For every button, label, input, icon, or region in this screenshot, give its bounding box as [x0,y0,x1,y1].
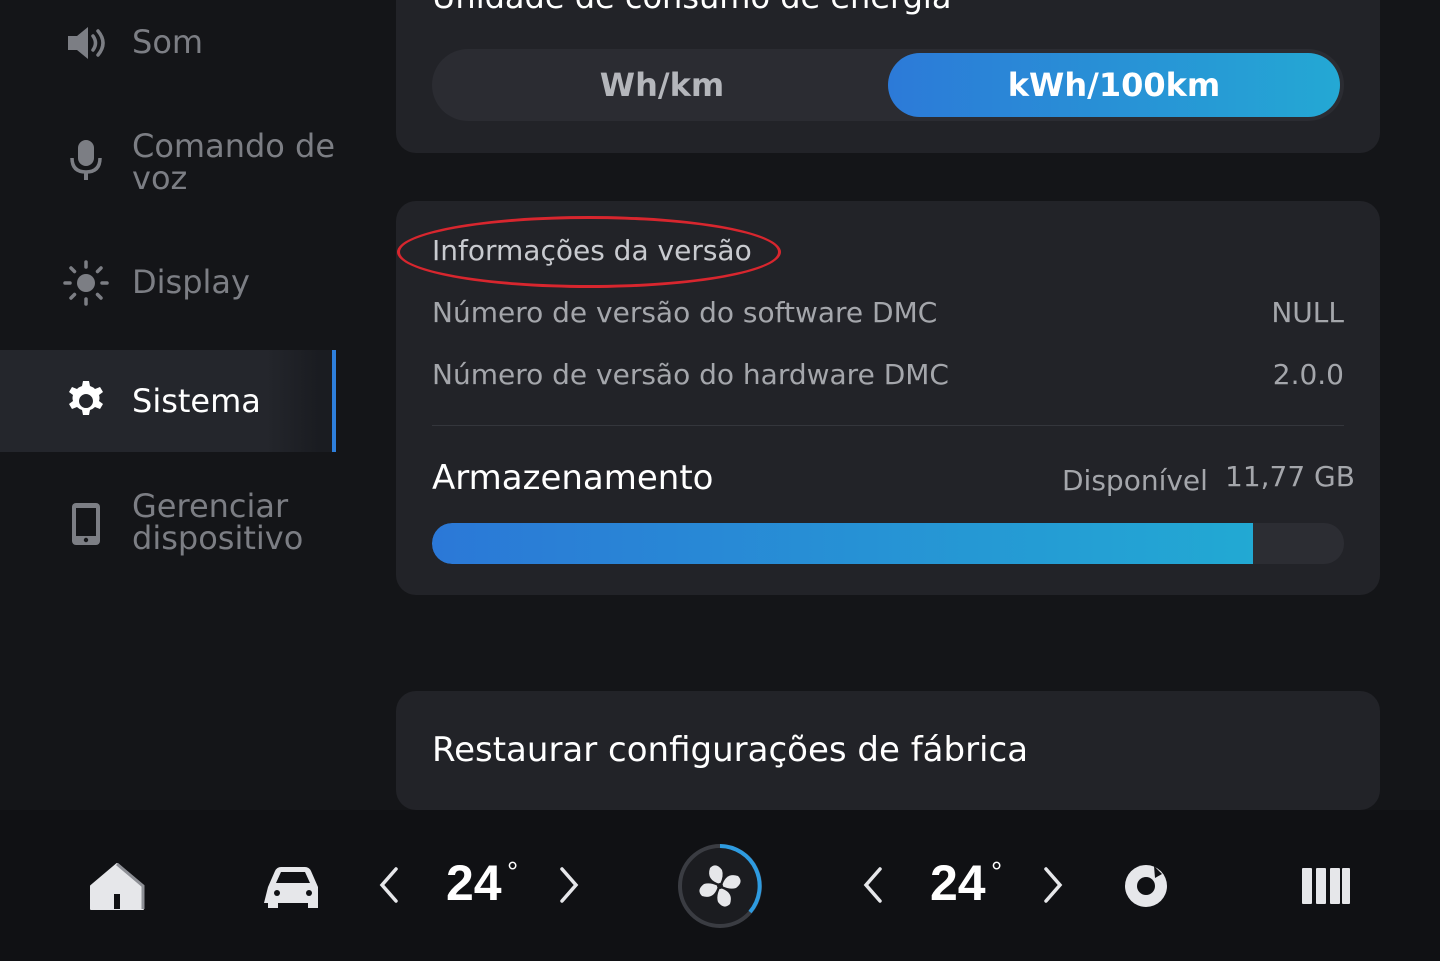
sidebar-item-label-line2: dispositivo [132,519,304,557]
factory-reset-label: Restaurar configurações de fábrica [432,730,1029,770]
divider [432,425,1344,426]
car-icon[interactable] [262,862,324,912]
settings-sidebar: Som Comando de voz Display Sistema Geren… [0,0,336,810]
home-icon[interactable] [86,858,148,914]
apps-icon[interactable] [1298,862,1354,910]
storage-available-value: 11,77 GB [1225,460,1355,493]
left-temperature-degree: ° [507,856,519,887]
left-temp-increase-button[interactable] [552,862,586,908]
sidebar-item-sistema[interactable]: Sistema [0,350,336,452]
right-temp-increase-button[interactable] [1036,862,1070,908]
software-version-value: NULL [1271,296,1344,329]
fan-button[interactable] [674,840,766,932]
software-version-label: Número de versão do software DMC [432,296,938,329]
sidebar-item-label: Sistema [132,382,261,420]
sidebar-item-som[interactable]: Som [0,0,336,86]
media-icon[interactable] [1120,860,1172,912]
sidebar-item-label-line1: Gerenciar [132,487,289,525]
sidebar-item-comando-de-voz[interactable]: Comando de voz [0,116,336,208]
sidebar-item-label: Display [132,263,250,301]
storage-available-label: Disponível [1062,464,1208,497]
sidebar-item-gerenciar-dispositivo[interactable]: Gerenciar dispositivo [0,476,336,568]
sidebar-item-label-line2: voz [132,159,188,197]
annotation-circle [397,216,781,288]
right-temp-decrease-button[interactable] [856,862,890,908]
left-temperature: 24 [446,855,502,911]
speaker-icon [62,19,110,67]
right-temperature-degree: ° [991,856,1003,887]
energy-unit-toggle: Wh/km kWh/100km [432,49,1344,121]
option-kwh-100km[interactable]: kWh/100km [888,53,1340,117]
sidebar-item-label-line1: Comando de [132,127,336,165]
left-temp-decrease-button[interactable] [372,862,406,908]
phone-icon [62,500,110,548]
sidebar-item-label: Som [132,23,204,61]
hardware-version-value: 2.0.0 [1272,358,1344,391]
storage-bar [432,523,1344,564]
gear-icon [62,377,110,425]
hardware-version-label: Número de versão do hardware DMC [432,358,949,391]
microphone-icon [62,136,110,184]
storage-title: Armazenamento [432,458,714,498]
energy-unit-title: Unidade de consumo de energia [432,0,951,16]
sidebar-item-display[interactable]: Display [0,240,336,326]
option-wh-km[interactable]: Wh/km [436,53,888,117]
sun-icon [62,259,110,307]
storage-bar-fill [432,523,1253,564]
right-temperature: 24 [930,855,986,911]
